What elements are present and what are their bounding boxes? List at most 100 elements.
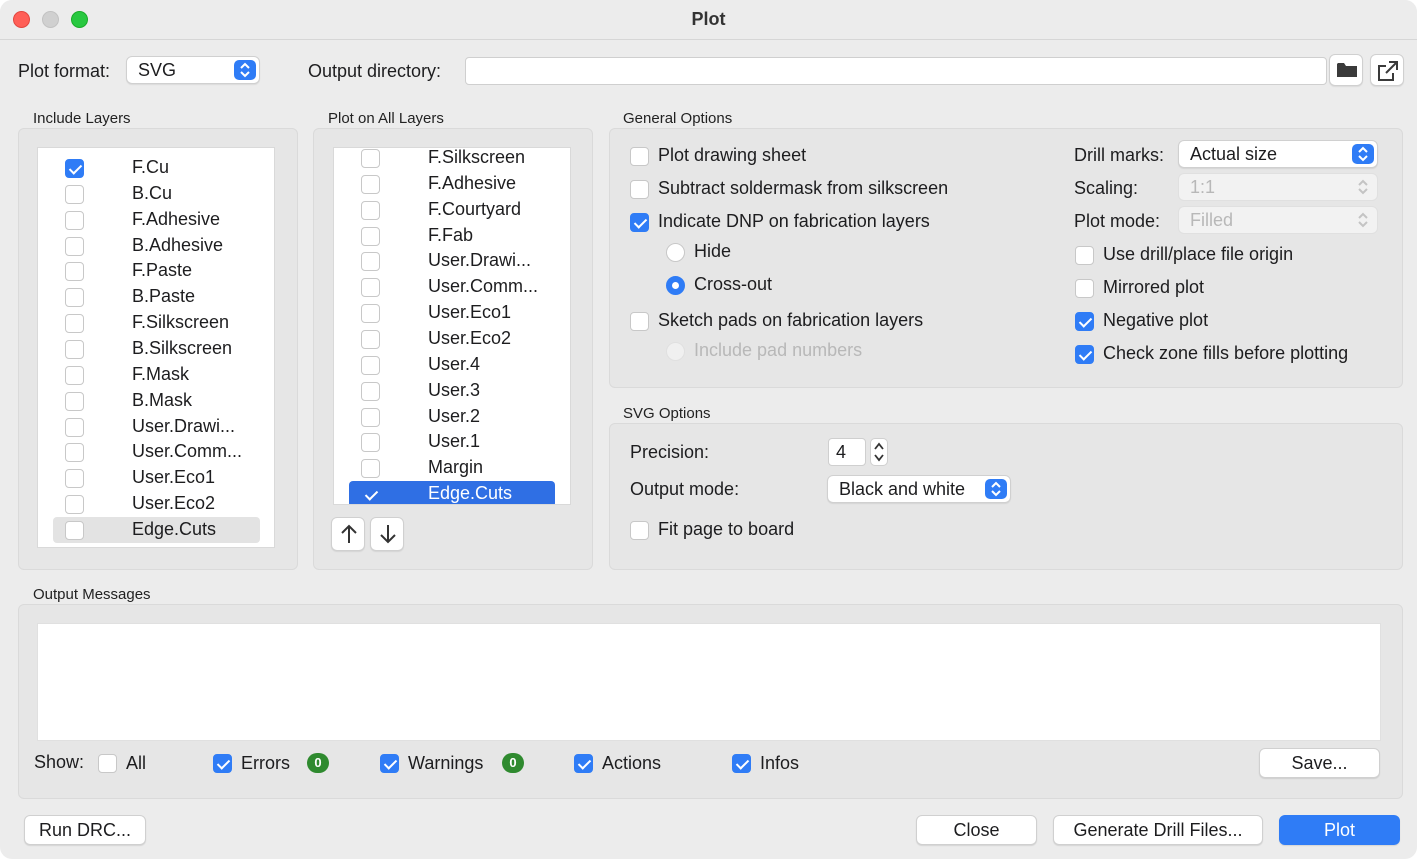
show-warnings-checkbox[interactable] xyxy=(380,754,399,773)
plot-all-layers-list[interactable]: F.Silkscreen F.Adhesive F.Courtyard F.Fab Us… xyxy=(333,147,571,505)
negative-plot-checkbox[interactable] xyxy=(1075,312,1094,331)
layer-checkbox[interactable] xyxy=(65,314,84,334)
layer-row[interactable]: Margin xyxy=(334,455,570,481)
show-all-checkbox[interactable] xyxy=(98,754,117,773)
layer-checkbox[interactable] xyxy=(65,288,84,308)
layer-row[interactable]: B.Cu xyxy=(38,181,274,207)
move-up-button[interactable] xyxy=(331,517,365,551)
layer-checkbox[interactable] xyxy=(65,339,84,359)
layer-row[interactable]: F.Adhesive xyxy=(334,171,570,197)
show-errors-checkbox[interactable] xyxy=(213,754,232,773)
layer-row[interactable]: F.Paste xyxy=(38,258,274,284)
include-pad-numbers-radio[interactable] xyxy=(666,342,685,361)
precision-stepper[interactable] xyxy=(870,438,888,466)
hide-radio[interactable] xyxy=(666,243,685,262)
updown-chevron-icon xyxy=(234,60,256,80)
plot-format-select[interactable]: SVG xyxy=(126,56,260,84)
layer-checkbox[interactable] xyxy=(361,355,380,375)
layer-row[interactable]: B.Mask xyxy=(38,388,274,414)
layer-row[interactable]: User.2 xyxy=(334,404,570,430)
layer-row[interactable]: F.Cu xyxy=(38,155,274,181)
run-drc-button[interactable]: Run DRC... xyxy=(24,815,146,845)
layer-checkbox[interactable] xyxy=(361,174,380,194)
layer-checkbox[interactable] xyxy=(65,159,84,178)
fit-page-checkbox[interactable] xyxy=(630,521,649,540)
plot-drawing-sheet-checkbox[interactable] xyxy=(630,147,649,166)
layer-row[interactable]: B.Silkscreen xyxy=(38,336,274,362)
layer-checkbox[interactable] xyxy=(65,417,84,437)
layer-checkbox[interactable] xyxy=(65,469,84,489)
layer-checkbox[interactable] xyxy=(361,329,380,349)
layer-label: B.Cu xyxy=(132,182,173,203)
layer-checkbox[interactable] xyxy=(361,149,380,168)
layer-row[interactable]: F.Fab xyxy=(334,223,570,249)
layer-row[interactable]: User.4 xyxy=(334,352,570,378)
use-drill-origin-checkbox[interactable] xyxy=(1075,246,1094,265)
layer-checkbox[interactable] xyxy=(361,200,380,220)
layer-checkbox[interactable] xyxy=(65,520,84,540)
layer-row[interactable]: User.Drawi... xyxy=(334,248,570,274)
subtract-soldermask-checkbox[interactable] xyxy=(630,180,649,199)
drill-marks-select[interactable]: Actual size xyxy=(1178,140,1378,168)
output-mode-label: Output mode: xyxy=(630,479,740,499)
layer-checkbox[interactable] xyxy=(361,433,380,453)
layer-row[interactable]: F.Mask xyxy=(38,362,274,388)
layer-checkbox[interactable] xyxy=(361,381,380,401)
layer-row[interactable]: User.3 xyxy=(334,378,570,404)
layer-checkbox[interactable] xyxy=(361,304,380,324)
output-directory-input[interactable] xyxy=(465,57,1327,85)
output-messages-area[interactable] xyxy=(37,623,1381,741)
include-layers-list[interactable]: F.Cu B.Cu F.Adhesive B.Adhesive F.Paste B.Pas… xyxy=(37,147,275,548)
layer-row[interactable]: User.Eco1 xyxy=(38,465,274,491)
layer-label: F.Silkscreen xyxy=(428,147,526,167)
browse-folder-button[interactable] xyxy=(1329,54,1363,86)
plot-mode-select[interactable]: Filled xyxy=(1178,206,1378,234)
layer-row[interactable]: Edge.Cuts xyxy=(53,516,260,543)
layer-row[interactable]: User.Eco1 xyxy=(334,300,570,326)
layer-row[interactable]: B.Adhesive xyxy=(38,233,274,259)
layer-row[interactable]: User.Eco2 xyxy=(38,491,274,517)
layer-checkbox[interactable] xyxy=(361,485,380,504)
generate-drill-files-button[interactable]: Generate Drill Files... xyxy=(1053,815,1263,845)
check-zone-fills-checkbox[interactable] xyxy=(1075,345,1094,364)
layer-row[interactable]: F.Silkscreen xyxy=(38,310,274,336)
scaling-select[interactable]: 1:1 xyxy=(1178,173,1378,201)
layer-checkbox[interactable] xyxy=(65,262,84,282)
layer-row[interactable]: User.Comm... xyxy=(334,274,570,300)
mirrored-plot-checkbox[interactable] xyxy=(1075,279,1094,298)
layer-row[interactable]: User.Eco2 xyxy=(334,326,570,352)
move-down-button[interactable] xyxy=(370,517,404,551)
open-directory-button[interactable] xyxy=(1370,54,1404,86)
sketch-pads-checkbox[interactable] xyxy=(630,312,649,331)
layer-checkbox[interactable] xyxy=(361,407,380,427)
save-messages-button[interactable]: Save... xyxy=(1259,748,1380,778)
layer-checkbox[interactable] xyxy=(361,252,380,272)
indicate-dnp-checkbox[interactable] xyxy=(630,213,649,232)
cross-out-radio[interactable] xyxy=(666,276,685,295)
layer-row[interactable]: B.Paste xyxy=(38,284,274,310)
layer-checkbox[interactable] xyxy=(65,443,84,463)
layer-row[interactable]: User.Drawi... xyxy=(38,414,274,440)
plot-button[interactable]: Plot xyxy=(1279,815,1400,845)
layer-checkbox[interactable] xyxy=(65,391,84,411)
layer-row[interactable]: User.Comm... xyxy=(38,439,274,465)
layer-checkbox[interactable] xyxy=(361,226,380,246)
layer-row[interactable]: F.Adhesive xyxy=(38,207,274,233)
layer-row[interactable]: F.Courtyard xyxy=(334,197,570,223)
layer-row[interactable]: F.Silkscreen xyxy=(334,147,570,171)
layer-checkbox[interactable] xyxy=(65,184,84,204)
close-button[interactable]: Close xyxy=(916,815,1037,845)
layer-checkbox[interactable] xyxy=(361,459,380,479)
layer-row[interactable]: User.1 xyxy=(334,429,570,455)
show-actions-checkbox[interactable] xyxy=(574,754,593,773)
include-pad-numbers-label: Include pad numbers xyxy=(694,340,863,360)
layer-checkbox[interactable] xyxy=(65,210,84,230)
layer-checkbox[interactable] xyxy=(65,365,84,385)
layer-checkbox[interactable] xyxy=(361,278,380,298)
output-mode-select[interactable]: Black and white xyxy=(827,475,1011,503)
layer-checkbox[interactable] xyxy=(65,236,84,256)
layer-checkbox[interactable] xyxy=(65,495,84,515)
precision-input[interactable]: 4 xyxy=(828,438,866,466)
layer-row[interactable]: Edge.Cuts xyxy=(349,481,555,504)
show-infos-checkbox[interactable] xyxy=(732,754,751,773)
